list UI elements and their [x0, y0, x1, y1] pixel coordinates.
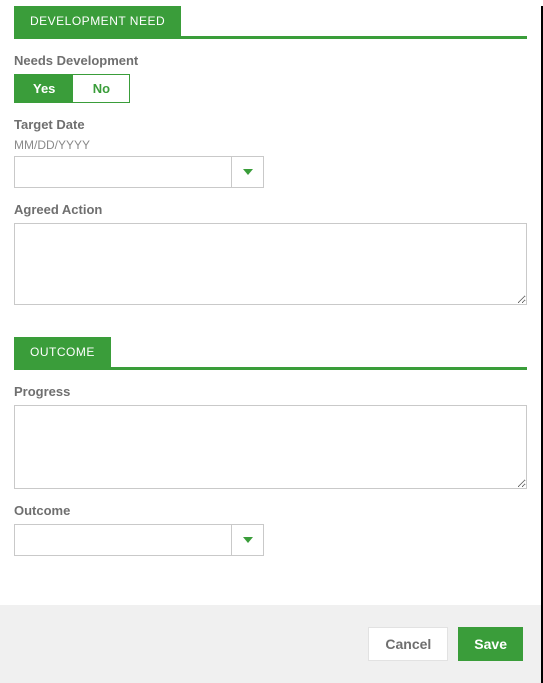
needs-development-label: Needs Development	[14, 53, 527, 68]
target-date-dropdown-button[interactable]	[232, 156, 264, 188]
target-date-hint: MM/DD/YYYY	[14, 138, 527, 152]
development-section-header: DEVELOPMENT NEED	[14, 6, 527, 39]
save-button[interactable]: Save	[458, 627, 523, 661]
outcome-field: Outcome	[14, 503, 527, 556]
outcome-combo	[14, 524, 264, 556]
outcome-section-header: OUTCOME	[14, 337, 527, 370]
agreed-action-label: Agreed Action	[14, 202, 527, 217]
target-date-label: Target Date	[14, 117, 527, 132]
chevron-down-icon	[243, 169, 253, 175]
target-date-input[interactable]	[14, 156, 232, 188]
target-date-field: Target Date MM/DD/YYYY	[14, 117, 527, 188]
outcome-tab: OUTCOME	[14, 337, 111, 367]
progress-label: Progress	[14, 384, 527, 399]
agreed-action-field: Agreed Action	[14, 202, 527, 305]
progress-textarea[interactable]	[14, 405, 527, 489]
needs-development-field: Needs Development Yes No	[14, 53, 527, 103]
outcome-label: Outcome	[14, 503, 527, 518]
progress-field: Progress	[14, 384, 527, 489]
outcome-dropdown-button[interactable]	[232, 524, 264, 556]
agreed-action-textarea[interactable]	[14, 223, 527, 305]
cancel-button[interactable]: Cancel	[368, 627, 448, 661]
needs-development-toggle: Yes No	[14, 74, 130, 103]
outcome-input[interactable]	[14, 524, 232, 556]
chevron-down-icon	[243, 537, 253, 543]
needs-development-no[interactable]: No	[73, 75, 129, 102]
development-tab: DEVELOPMENT NEED	[14, 6, 181, 36]
needs-development-yes[interactable]: Yes	[15, 75, 73, 102]
target-date-combo	[14, 156, 264, 188]
footer-bar: Cancel Save	[0, 605, 541, 683]
